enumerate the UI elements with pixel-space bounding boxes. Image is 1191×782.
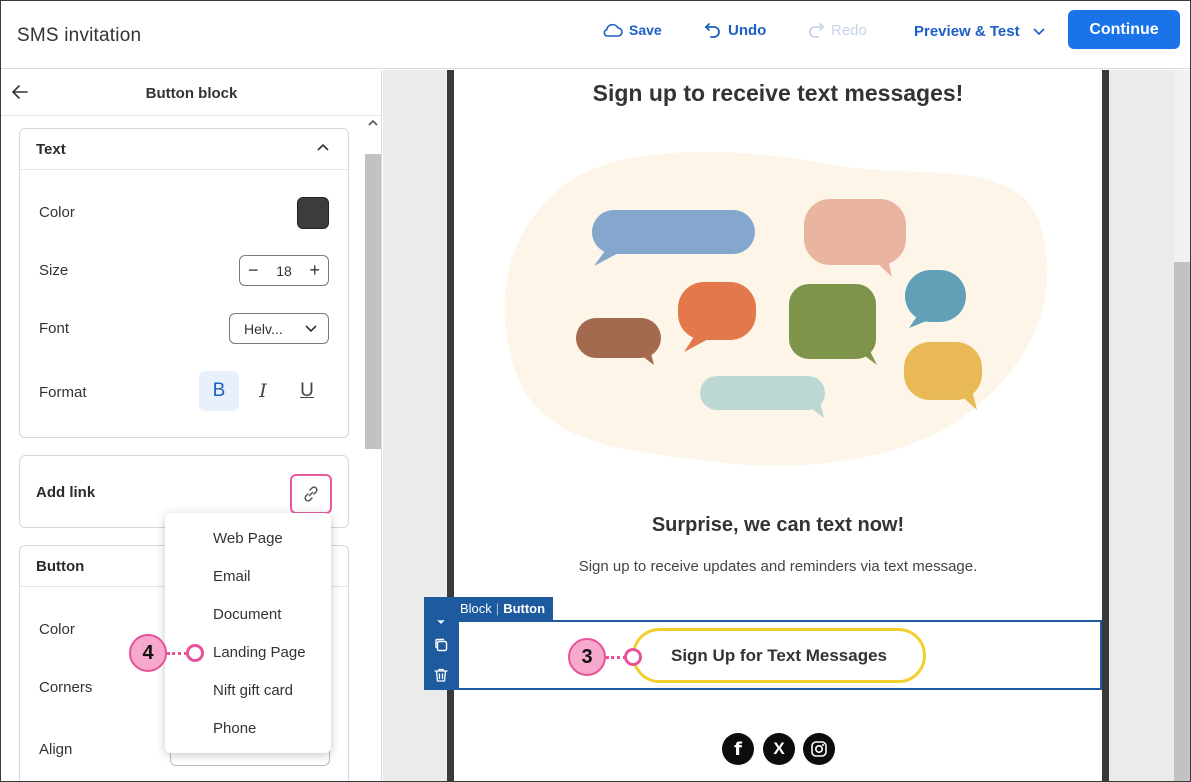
block-type-tag: Block | Button	[424, 597, 554, 620]
callout-marker	[624, 648, 642, 666]
link-type-menu: Web Page Email Document Landing Page Nif…	[165, 513, 331, 753]
instagram-glyph	[811, 741, 827, 757]
menu-item-web-page[interactable]: Web Page	[213, 530, 283, 547]
top-bar: SMS invitation Save Undo Redo Preview & …	[1, 1, 1190, 69]
app-title: SMS invitation	[17, 25, 142, 46]
text-color-swatch[interactable]	[297, 197, 329, 229]
preview-label: Preview & Test	[914, 22, 1020, 40]
text-section-header[interactable]: Text	[20, 129, 348, 170]
panel-scrollbar-thumb[interactable]	[365, 154, 381, 449]
block-settings-panel: Button block Text Color Size − 18 + Font…	[1, 70, 382, 781]
format-label: Format	[39, 384, 87, 401]
text-size-stepper[interactable]: − 18 +	[239, 255, 329, 286]
x-glyph: X	[773, 739, 785, 758]
font-select[interactable]: Helv...	[229, 313, 329, 344]
sign-up-button[interactable]: Sign Up for Text Messages	[632, 628, 926, 683]
menu-item-landing-page[interactable]: Landing Page	[213, 644, 306, 661]
callout-marker	[186, 644, 204, 662]
font-select-value: Helv...	[244, 320, 283, 337]
menu-item-phone[interactable]: Phone	[213, 720, 256, 737]
canvas-scrollbar-thumb[interactable]	[1174, 262, 1190, 781]
email-subheading[interactable]: Surprise, we can text now!	[454, 514, 1102, 537]
email-heading[interactable]: Sign up to receive text messages!	[454, 80, 1102, 107]
instagram-icon[interactable]	[803, 733, 835, 765]
block-tag-prefix: Block	[460, 601, 492, 616]
menu-item-document[interactable]: Document	[213, 606, 281, 623]
panel-title: Button block	[145, 85, 238, 102]
underline-button[interactable]: U	[287, 371, 327, 411]
chat-bubbles-illustration[interactable]	[502, 140, 1052, 470]
plus-icon[interactable]: +	[309, 260, 320, 281]
text-section: Text Color Size − 18 + Font Helv... Form…	[19, 128, 349, 438]
canvas-scrollbar[interactable]	[1174, 70, 1190, 781]
align-label: Align	[39, 741, 73, 758]
add-link-label: Add link	[36, 484, 96, 501]
continue-button[interactable]: Continue	[1068, 10, 1180, 49]
scroll-up-icon[interactable]	[367, 118, 379, 128]
chevron-up-icon[interactable]	[316, 142, 330, 152]
text-color-label: Color	[39, 204, 75, 221]
redo-label: Redo	[831, 21, 867, 39]
undo-label: Undo	[728, 21, 767, 39]
callout-badge-4: 4	[129, 634, 167, 672]
text-size-label: Size	[39, 262, 69, 279]
callout-badge-3: 3	[568, 638, 606, 676]
corners-label: Corners	[39, 679, 93, 696]
facebook-glyph: f	[734, 738, 742, 760]
trash-icon[interactable]	[433, 667, 449, 683]
x-twitter-icon[interactable]: X	[763, 733, 795, 765]
facebook-icon[interactable]: f	[722, 733, 754, 765]
bubble-green	[789, 284, 877, 365]
redo-icon	[809, 23, 825, 38]
bold-button[interactable]: B	[199, 371, 239, 411]
save-button[interactable]: Save	[601, 19, 662, 41]
add-link-button[interactable]	[290, 474, 332, 514]
chevron-down-icon	[305, 325, 317, 333]
block-tag-type: Button	[503, 601, 546, 616]
text-size-value[interactable]: 18	[276, 263, 292, 279]
font-label: Font	[39, 320, 70, 337]
undo-icon	[704, 23, 720, 38]
chevron-down-icon	[1033, 28, 1045, 36]
menu-item-nift-gift-card[interactable]: Nift gift card	[213, 682, 293, 699]
panel-header: Button block	[1, 70, 381, 116]
button-section-title: Button	[36, 558, 85, 575]
email-body-text[interactable]: Sign up to receive updates and reminders…	[454, 558, 1102, 575]
cloud-icon	[603, 23, 623, 37]
link-icon	[304, 486, 318, 502]
callout-connector	[167, 652, 187, 655]
preview-test-button[interactable]: Preview & Test	[914, 20, 1046, 42]
save-label: Save	[629, 22, 662, 38]
italic-button[interactable]: I	[243, 371, 283, 411]
menu-item-email[interactable]: Email	[213, 568, 251, 585]
duplicate-icon[interactable]	[433, 637, 449, 653]
app-window: SMS invitation Save Undo Redo Preview & …	[0, 0, 1191, 782]
text-section-title: Text	[36, 141, 66, 158]
minus-icon[interactable]: −	[248, 260, 259, 281]
button-color-label: Color	[39, 621, 75, 638]
callout-connector	[606, 656, 626, 659]
redo-button[interactable]: Redo	[807, 19, 867, 41]
undo-button[interactable]: Undo	[704, 19, 766, 41]
